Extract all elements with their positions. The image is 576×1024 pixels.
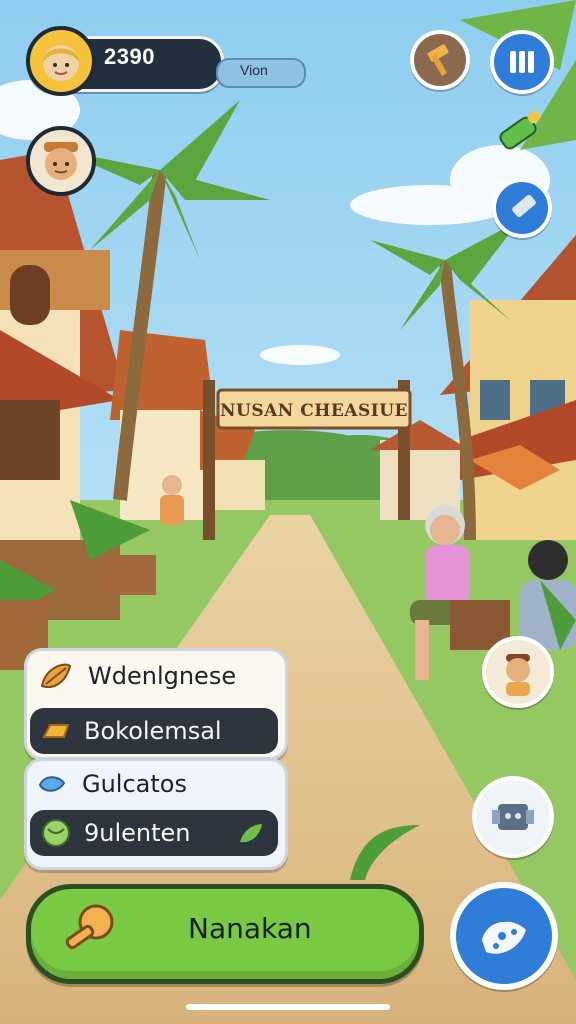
menu-item-1[interactable]: Wdenlgnese [36, 654, 276, 698]
hand-icon [65, 904, 114, 950]
menu-item-2-label: Bokolemsal [84, 717, 222, 745]
menu-item-3-label: Gulcatos [82, 770, 187, 798]
robot-button[interactable] [472, 776, 554, 858]
ball-icon [40, 817, 72, 849]
robot-parts-icon [492, 804, 534, 830]
pause-icon [510, 51, 534, 73]
label-pill-text: Vion [240, 62, 268, 78]
menu-item-1-label: Wdenlgnese [88, 662, 237, 690]
menu-item-4-label: 9ulenten [84, 819, 191, 847]
coin-count: 2390 [104, 44, 155, 69]
menu-item-4[interactable]: 9ulenten [30, 810, 278, 856]
blonde-character-icon [43, 45, 79, 81]
fish-small-icon [36, 767, 70, 801]
home-indicator[interactable] [186, 1004, 390, 1010]
fish-cast-button[interactable] [450, 882, 558, 990]
npc-avatar[interactable] [26, 126, 96, 196]
menu-item-3[interactable]: Gulcatos [36, 764, 276, 804]
menu-item-2[interactable]: Bokolemsal [30, 708, 278, 754]
action-button-icon [58, 896, 122, 960]
village-banner: NUSAN CHEASIUE [218, 392, 410, 430]
villager-face-icon [44, 142, 78, 180]
leaf-icon [236, 818, 266, 848]
leaf-bundle-icon [36, 656, 76, 696]
scanner-button[interactable] [492, 178, 552, 238]
hammer-icon [427, 44, 449, 77]
villager-button[interactable] [482, 636, 554, 708]
gold-bar-icon [40, 715, 72, 747]
bottle-powerup[interactable] [492, 104, 548, 160]
player-avatar[interactable] [26, 26, 96, 96]
main-action-label: Nanakan [188, 912, 312, 945]
banner-text: NUSAN CHEASIUE [219, 401, 409, 421]
tools-button[interactable] [410, 30, 470, 90]
pause-button[interactable] [490, 30, 554, 94]
bottle-icon [499, 110, 541, 150]
fish-icon [482, 921, 526, 954]
flashlight-icon [512, 194, 536, 218]
villager-icon [506, 654, 530, 696]
